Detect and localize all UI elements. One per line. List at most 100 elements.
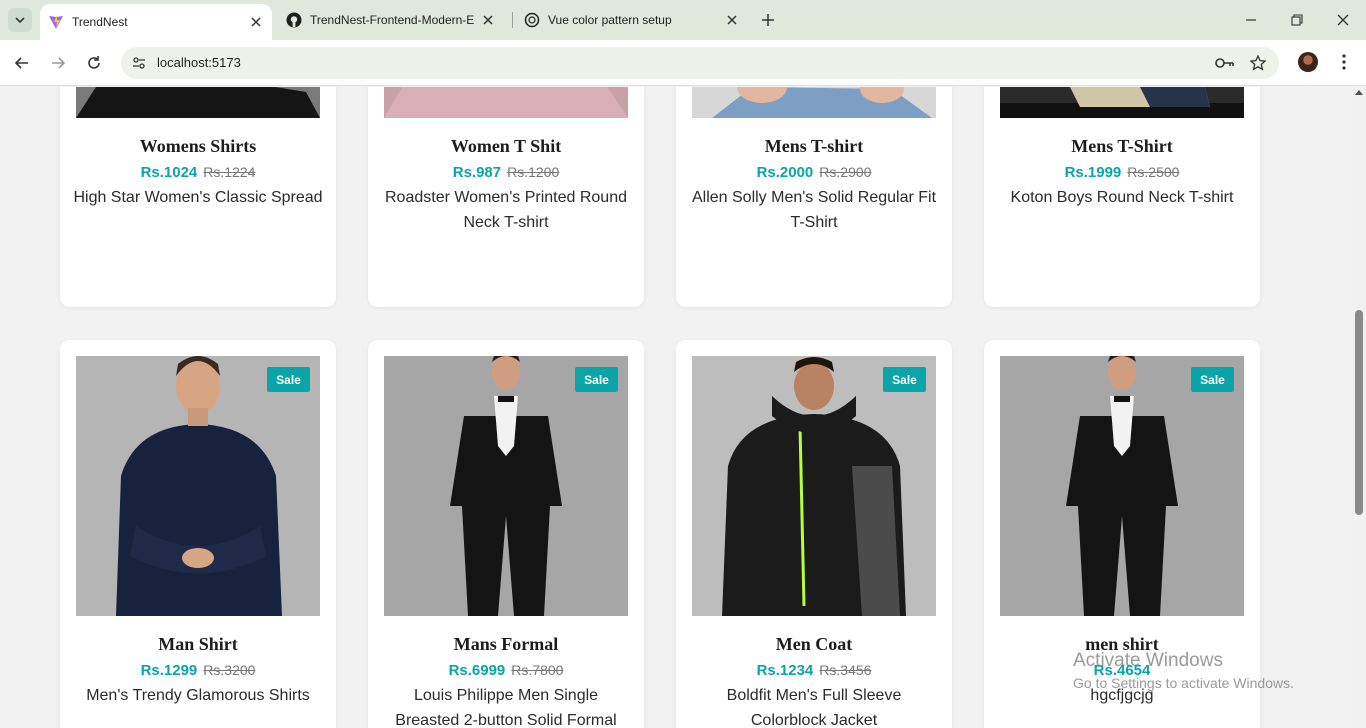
product-name: Mans Formal xyxy=(453,634,559,654)
product-name: Mens T-Shirt xyxy=(1071,136,1173,156)
product-prices: Rs.1234 Rs.3456 xyxy=(676,662,952,679)
sale-badge: Sale xyxy=(883,367,926,392)
browser-toolbar: localhost:5173 xyxy=(0,40,1366,86)
page-scrollbar[interactable] xyxy=(1352,87,1366,728)
tab-search-button[interactable] xyxy=(8,8,32,32)
product-old-price: Rs.7800 xyxy=(511,662,564,678)
chatgpt-icon xyxy=(524,12,540,28)
product-image xyxy=(76,87,320,118)
reload-icon xyxy=(88,56,100,69)
key-icon[interactable] xyxy=(1215,53,1235,73)
product-prices: Rs.2000 Rs.2900 xyxy=(676,164,952,181)
scrollbar-thumb[interactable] xyxy=(1355,310,1363,515)
sale-badge: Sale xyxy=(1191,367,1234,392)
close-icon[interactable] xyxy=(480,12,496,28)
product-name: Men Coat xyxy=(775,634,853,654)
product-name: Womens Shirts xyxy=(139,136,257,156)
product-prices: Rs.6999 Rs.7800 xyxy=(368,662,644,679)
product-old-price: Rs.2900 xyxy=(819,164,872,180)
restore-icon xyxy=(1291,14,1303,26)
url-text: localhost:5173 xyxy=(157,55,241,70)
tab-vue-color[interactable]: Vue color pattern setup xyxy=(516,0,748,40)
product-description: Boldfit Men's Full Sleeve Colorblock Jac… xyxy=(726,687,902,728)
product-card[interactable]: Sale Men Coat Rs.1234 Rs.3456 Boldfit Men… xyxy=(676,340,952,728)
forward-button[interactable] xyxy=(46,51,70,75)
product-name: Man Shirt xyxy=(158,634,238,654)
product-price: Rs.1024 xyxy=(140,164,198,181)
product-price: Rs.1999 xyxy=(1064,164,1122,181)
arrow-right-icon xyxy=(52,57,66,69)
watermark-subtitle: Go to Settings to activate Windows. xyxy=(1073,675,1294,691)
product-prices: Rs.1024 Rs.1224 xyxy=(60,164,336,181)
profile-avatar[interactable] xyxy=(1298,52,1318,72)
product-old-price: Rs.2500 xyxy=(1127,164,1180,180)
product-card[interactable]: Mens T-shirt Rs.2000 Rs.2900 Allen Solly … xyxy=(676,87,952,307)
close-window-button[interactable] xyxy=(1333,10,1353,30)
close-icon[interactable] xyxy=(724,12,740,28)
page-viewport: Womens Shirts Rs.1024 Rs.1224 High Star W… xyxy=(0,87,1352,728)
site-info-icon[interactable] xyxy=(129,53,149,73)
restore-button[interactable] xyxy=(1287,10,1307,30)
watermark-title: Activate Windows xyxy=(1073,650,1223,671)
vite-icon xyxy=(48,14,64,30)
product-old-price: Rs.1224 xyxy=(203,164,256,180)
product-image xyxy=(1000,87,1244,118)
product-image: Sale xyxy=(384,356,628,616)
arrow-left-icon xyxy=(14,57,28,69)
close-icon[interactable] xyxy=(248,14,264,30)
browser-menu-button[interactable] xyxy=(1334,52,1354,72)
product-image xyxy=(692,87,936,118)
product-description: Louis Philippe Men Single Breasted 2-but… xyxy=(395,687,617,728)
github-icon xyxy=(286,12,302,28)
product-description: Roadster Women's Printed Round Neck T-sh… xyxy=(385,189,627,231)
more-vertical-icon xyxy=(1342,54,1346,70)
product-old-price: Rs.1200 xyxy=(507,164,560,180)
tab-title: Vue color pattern setup xyxy=(548,13,672,27)
chevron-down-icon xyxy=(15,17,25,23)
product-old-price: Rs.3456 xyxy=(819,662,872,678)
tab-strip: TrendNest TrendNest-Frontend-Modern-E Vu… xyxy=(0,0,1366,40)
close-icon xyxy=(1337,14,1349,26)
sale-badge: Sale xyxy=(267,367,310,392)
product-name: Mens T-shirt xyxy=(764,136,864,156)
product-description: Koton Boys Round Neck T-shirt xyxy=(1010,189,1234,206)
product-card[interactable]: Sale Mans Formal Rs.6999 Rs.7800 Louis Ph… xyxy=(368,340,644,728)
product-card[interactable]: Women T Shit Rs.987 Rs.1200 Roadster Wome… xyxy=(368,87,644,307)
product-price: Rs.6999 xyxy=(448,662,506,679)
product-prices: Rs.987 Rs.1200 xyxy=(368,164,644,181)
tab-github[interactable]: TrendNest-Frontend-Modern-E xyxy=(278,0,504,40)
tab-title: TrendNest-Frontend-Modern-E xyxy=(310,13,475,27)
sale-badge: Sale xyxy=(575,367,618,392)
star-icon[interactable] xyxy=(1248,53,1268,73)
product-price: Rs.2000 xyxy=(756,164,814,181)
minimize-button[interactable] xyxy=(1241,10,1261,30)
minimize-icon xyxy=(1246,19,1256,21)
tab-trendnest[interactable]: TrendNest xyxy=(40,4,272,40)
product-price: Rs.1234 xyxy=(756,662,814,679)
address-bar[interactable]: localhost:5173 xyxy=(121,47,1279,79)
product-image: Sale xyxy=(692,356,936,616)
product-card[interactable]: Sale Man Shirt Rs.1299 Rs.3200 Men's Tren… xyxy=(60,340,336,728)
product-description: Allen Solly Men's Solid Regular Fit T-Sh… xyxy=(691,189,937,231)
product-old-price: Rs.3200 xyxy=(203,662,256,678)
new-tab-button[interactable] xyxy=(758,10,778,30)
product-name: Women T Shit xyxy=(450,136,562,156)
product-prices: Rs.1299 Rs.3200 xyxy=(60,662,336,679)
product-description: High Star Women's Classic Spread xyxy=(73,189,323,206)
product-description: Men's Trendy Glamorous Shirts xyxy=(86,687,310,704)
activate-windows-watermark: Activate Windows Go to Settings to activ… xyxy=(1073,650,1294,691)
product-image xyxy=(384,87,628,118)
product-prices: Rs.1999 Rs.2500 xyxy=(984,164,1260,181)
product-price: Rs.1299 xyxy=(140,662,198,679)
product-card[interactable]: Womens Shirts Rs.1024 Rs.1224 High Star W… xyxy=(60,87,336,307)
product-image: Sale xyxy=(76,356,320,616)
plus-icon xyxy=(762,14,774,26)
scroll-up-icon[interactable] xyxy=(1355,90,1363,95)
tab-title: TrendNest xyxy=(72,15,128,29)
back-button[interactable] xyxy=(10,51,34,75)
product-image: Sale xyxy=(1000,356,1244,616)
tab-separator xyxy=(512,12,513,28)
product-card[interactable]: Mens T-Shirt Rs.1999 Rs.2500 Koton Boys R… xyxy=(984,87,1260,307)
product-price: Rs.987 xyxy=(452,164,502,181)
reload-button[interactable] xyxy=(82,51,106,75)
